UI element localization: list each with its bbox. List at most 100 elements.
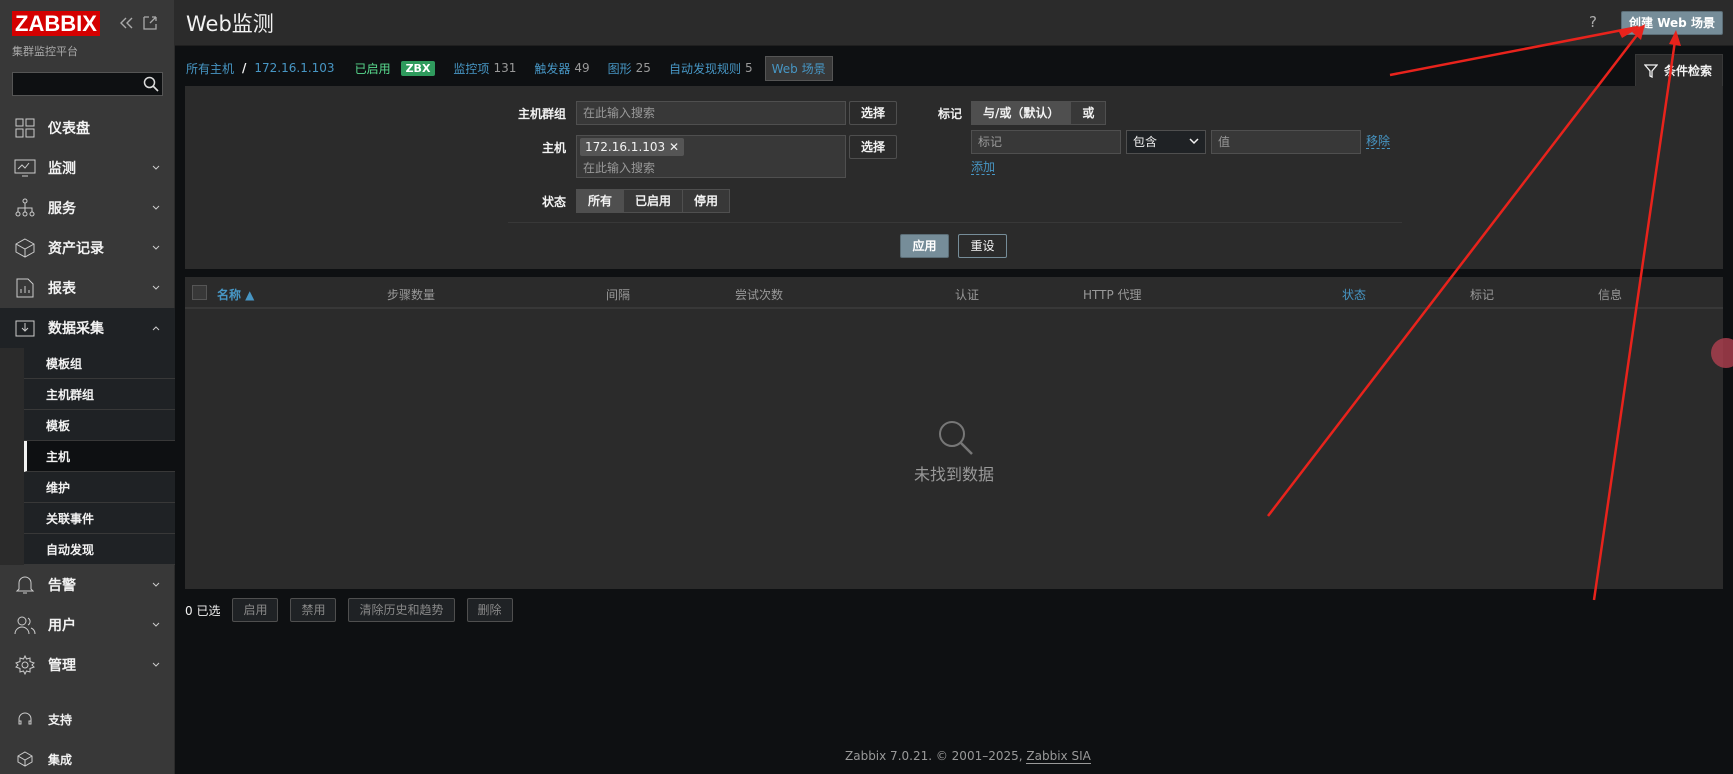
create-web-scenario-button[interactable]: 创建 Web 场景 bbox=[1621, 11, 1723, 35]
chevron-down-icon bbox=[152, 622, 160, 627]
menu-label: 仪表盘 bbox=[48, 121, 90, 137]
web-scenarios-table: 名称 ▲ 步骤数量 间隔 尝试次数 认证 HTTP 代理 状态 标记 信息 未找… bbox=[185, 277, 1723, 589]
dashboard-icon bbox=[14, 117, 36, 139]
submenu-data-collection: 模板组 主机群组 模板 主机 维护 关联事件 自动发现 bbox=[0, 348, 175, 565]
menu-label: 支持 bbox=[48, 712, 73, 727]
graphs-count: 25 bbox=[635, 61, 651, 75]
status-disabled[interactable]: 停用 bbox=[683, 190, 730, 212]
menu-label: 管理 bbox=[48, 658, 76, 674]
host-label: 主机 bbox=[541, 141, 566, 155]
menu-reports[interactable]: 报表 bbox=[0, 268, 175, 308]
status-label: 状态 bbox=[541, 195, 566, 209]
breadcrumb-graphs[interactable]: 图形 bbox=[608, 60, 632, 77]
col-interval: 间隔 bbox=[606, 288, 631, 302]
clear-history-button[interactable]: 清除历史和趋势 bbox=[348, 598, 455, 622]
sidebar-search-input[interactable] bbox=[12, 72, 163, 96]
submenu-host-groups[interactable]: 主机群组 bbox=[24, 379, 175, 410]
remove-tag-link[interactable]: 移除 bbox=[1366, 134, 1391, 149]
breadcrumb-items[interactable]: 监控项 bbox=[453, 60, 489, 77]
hostgroup-input[interactable]: 在此输入搜索 bbox=[576, 101, 846, 125]
bell-icon bbox=[14, 574, 36, 596]
data-collection-icon bbox=[14, 317, 36, 339]
enable-button[interactable]: 启用 bbox=[232, 598, 279, 622]
close-icon[interactable]: ✕ bbox=[669, 140, 679, 154]
menu-monitoring[interactable]: 监测 bbox=[0, 148, 175, 188]
selected-count: 0 已选 bbox=[185, 603, 221, 618]
status-all[interactable]: 所有 bbox=[577, 190, 625, 212]
host-select-button[interactable]: 选择 bbox=[849, 135, 897, 159]
submenu-templates[interactable]: 模板 bbox=[24, 410, 175, 441]
discovery-count: 5 bbox=[744, 61, 753, 75]
tag-operator-select[interactable]: 包含 bbox=[1126, 130, 1206, 154]
zabbix-logo[interactable]: ZABBIX bbox=[12, 11, 100, 36]
copyright: Zabbix 7.0.21. © 2001–2025, Zabbix SIA bbox=[845, 749, 1091, 764]
col-name[interactable]: 名称 ▲ bbox=[217, 286, 254, 303]
hostgroup-select-button[interactable]: 选择 bbox=[849, 101, 897, 125]
menu-inventory[interactable]: 资产记录 bbox=[0, 228, 175, 268]
menu-administration[interactable]: 管理 bbox=[0, 645, 175, 685]
help-icon[interactable]: ? bbox=[1589, 13, 1597, 31]
select-all-checkbox[interactable] bbox=[192, 285, 207, 300]
breadcrumb-all-hosts[interactable]: 所有主机 bbox=[186, 60, 234, 77]
menu-label: 数据采集 bbox=[48, 321, 104, 337]
submenu-template-groups[interactable]: 模板组 bbox=[24, 348, 175, 379]
header-bar bbox=[175, 0, 1733, 46]
filter-divider bbox=[508, 222, 1402, 223]
filter-tab[interactable]: 条件检索 bbox=[1635, 54, 1723, 86]
breadcrumb-host[interactable]: 172.16.1.103 bbox=[254, 61, 334, 75]
tag-operator-value: 包含 bbox=[1133, 135, 1158, 149]
col-attempts: 尝试次数 bbox=[735, 288, 784, 302]
menu-support[interactable]: 支持 bbox=[0, 699, 175, 739]
chevron-down-icon bbox=[152, 165, 160, 170]
search-icon[interactable] bbox=[142, 75, 160, 93]
status-enabled[interactable]: 已启用 bbox=[624, 190, 684, 212]
host-chip[interactable]: 172.16.1.103 ✕ bbox=[580, 138, 685, 156]
menu-label: 告警 bbox=[48, 578, 76, 594]
kiosk-mode-icon[interactable] bbox=[142, 15, 158, 31]
tags-mode-and-or[interactable]: 与/或（默认） bbox=[972, 102, 1072, 124]
collapse-sidebar-icon[interactable] bbox=[118, 15, 134, 31]
integrations-icon bbox=[14, 748, 36, 770]
chevron-down-icon bbox=[152, 245, 160, 250]
menu-dashboard[interactable]: 仪表盘 bbox=[0, 108, 175, 148]
main-menu: 仪表盘 监测 服务 资产记录 报表 数据采集 模板组 主机群组 模板 主机 维护… bbox=[0, 108, 175, 774]
tag-name-input[interactable]: 标记 bbox=[971, 130, 1121, 154]
menu-integrations[interactable]: 集成 bbox=[0, 739, 175, 774]
submenu-hosts[interactable]: 主机 bbox=[24, 441, 175, 472]
delete-button[interactable]: 删除 bbox=[466, 598, 513, 622]
search-icon bbox=[939, 421, 973, 455]
submenu-discovery[interactable]: 自动发现 bbox=[24, 534, 175, 565]
sidebar: ZABBIX 集群监控平台 仪表盘 监测 服务 资产记录 报表 数据采集 模板组… bbox=[0, 0, 175, 774]
menu-label: 用户 bbox=[48, 618, 76, 634]
breadcrumb: 所有主机 / 172.16.1.103 已启用 ZBX 监控项 131 触发器 49… bbox=[186, 55, 833, 81]
tags-mode-or[interactable]: 或 bbox=[1071, 102, 1106, 124]
chevron-down-icon bbox=[1189, 138, 1199, 145]
add-tag-link[interactable]: 添加 bbox=[971, 160, 996, 175]
col-status[interactable]: 状态 bbox=[1342, 286, 1366, 303]
tag-value-input[interactable]: 值 bbox=[1211, 130, 1361, 154]
headset-icon bbox=[14, 708, 36, 730]
hostgroup-label: 主机群组 bbox=[517, 107, 566, 121]
breadcrumb-web-scenarios[interactable]: Web 场景 bbox=[764, 55, 833, 81]
breadcrumb-discovery-rules[interactable]: 自动发现规则 bbox=[669, 60, 741, 77]
zabbix-sia-link[interactable]: Zabbix SIA bbox=[1026, 749, 1091, 764]
submenu-event-correlation[interactable]: 关联事件 bbox=[24, 503, 175, 534]
disable-button[interactable]: 禁用 bbox=[290, 598, 337, 622]
users-icon bbox=[14, 614, 36, 636]
menu-alerts[interactable]: 告警 bbox=[0, 565, 175, 605]
menu-users[interactable]: 用户 bbox=[0, 605, 175, 645]
host-status-enabled[interactable]: 已启用 bbox=[355, 60, 391, 77]
tags-label: 标记 bbox=[937, 107, 962, 121]
tags-mode-radio-group: 与/或（默认） 或 bbox=[971, 101, 1107, 125]
host-chip-label: 172.16.1.103 bbox=[585, 140, 666, 154]
reset-button[interactable]: 重设 bbox=[958, 234, 1007, 258]
menu-data-collection[interactable]: 数据采集 bbox=[0, 308, 175, 348]
menu-services[interactable]: 服务 bbox=[0, 188, 175, 228]
floating-assistant-button[interactable] bbox=[1711, 338, 1733, 368]
chevron-down-icon bbox=[152, 662, 160, 667]
submenu-maintenance[interactable]: 维护 bbox=[24, 472, 175, 503]
col-info: 信息 bbox=[1598, 288, 1623, 302]
menu-label: 资产记录 bbox=[48, 241, 104, 257]
apply-button[interactable]: 应用 bbox=[900, 234, 949, 258]
breadcrumb-triggers[interactable]: 触发器 bbox=[534, 60, 570, 77]
